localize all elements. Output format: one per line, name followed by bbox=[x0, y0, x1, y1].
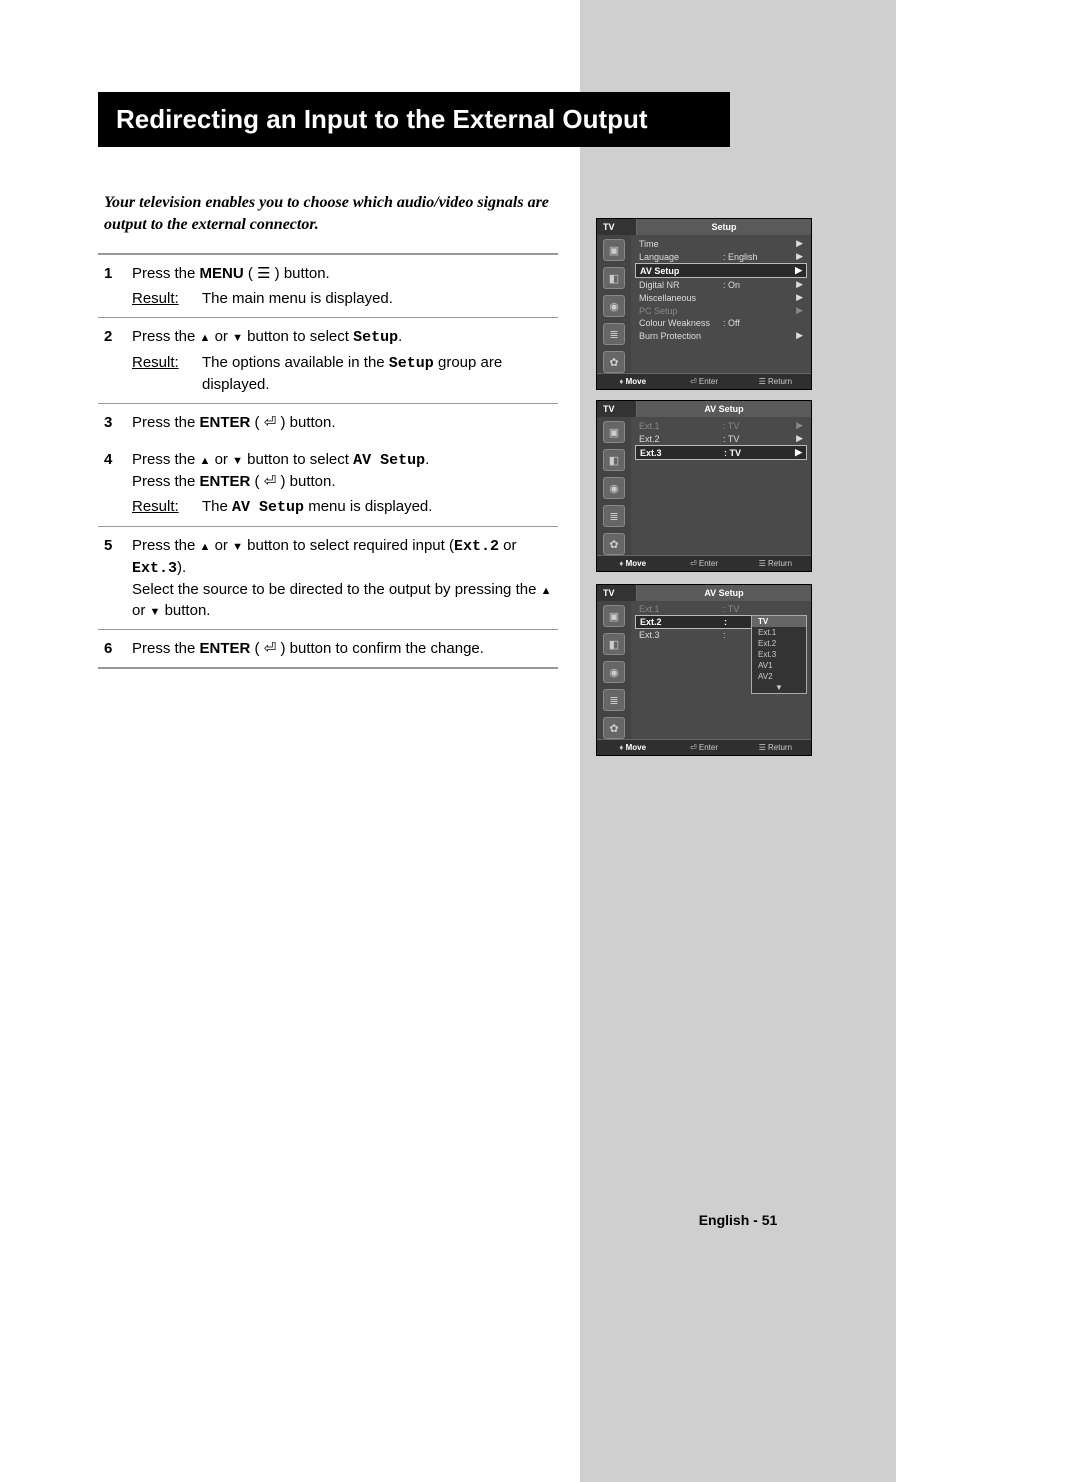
step-row: 2 Press the ▲ or ▼ button to select Setu… bbox=[98, 318, 558, 404]
osd-row: Ext.1: TV▶ bbox=[635, 419, 807, 432]
step-text: Press the MENU ( ☰ ) button. Result: The… bbox=[126, 254, 558, 318]
step-row: 3 Press the ENTER ( ⏎ ) button. bbox=[98, 404, 558, 442]
osd-row: PC Setup▶ bbox=[635, 304, 807, 317]
osd-avsetup: TV AV Setup ▣ ◧ ◉ ≣ ✿ Ext.1: TV▶Ext.2: T… bbox=[596, 400, 812, 572]
osd-setup: TV Setup ▣ ◧ ◉ ≣ ✿ Time▶Language: Englis… bbox=[596, 218, 812, 390]
osd-row: Colour Weakness: Off bbox=[635, 317, 807, 329]
step-row: 1 Press the MENU ( ☰ ) button. Result: T… bbox=[98, 254, 558, 318]
page-title: Redirecting an Input to the External Out… bbox=[100, 94, 728, 145]
osd-row: Ext.3: TV▶ bbox=[635, 445, 807, 460]
osd-row: Ext.1: TV bbox=[635, 603, 807, 615]
dropdown-more-icon: ▼ bbox=[752, 682, 806, 693]
dropdown-item: TV bbox=[752, 616, 806, 627]
osd-side-icons: ▣ ◧ ◉ ≣ ✿ bbox=[597, 235, 631, 373]
dropdown-item: Ext.2 bbox=[752, 638, 806, 649]
osd-row: Miscellaneous▶ bbox=[635, 291, 807, 304]
osd-row: Ext.2: TV▶ bbox=[635, 432, 807, 445]
page-footer: English - 51 bbox=[580, 1212, 896, 1228]
step-row: 6 Press the ENTER ( ⏎ ) button to confir… bbox=[98, 630, 558, 669]
title-frame: Redirecting an Input to the External Out… bbox=[98, 92, 730, 147]
menu-icon: ☰ bbox=[257, 265, 270, 282]
osd-row: Language: English▶ bbox=[635, 250, 807, 263]
dropdown-item: Ext.1 bbox=[752, 627, 806, 638]
icon-input: ▣ bbox=[603, 239, 625, 261]
icon-picture: ◧ bbox=[603, 267, 625, 289]
intro-text: Your television enables you to choose wh… bbox=[104, 192, 558, 235]
down-icon: ▼ bbox=[232, 332, 243, 344]
step-row: 5 Press the ▲ or ▼ button to select requ… bbox=[98, 527, 558, 630]
osd-avsetup-dropdown: TV AV Setup ▣ ◧ ◉ ≣ ✿ TVExt.1Ext.2Ext.3A… bbox=[596, 584, 812, 756]
source-dropdown: TVExt.1Ext.2Ext.3AV1AV2▼ bbox=[751, 615, 807, 694]
osd-row: Digital NR: On▶ bbox=[635, 278, 807, 291]
osd-row: AV Setup▶ bbox=[635, 263, 807, 278]
dropdown-item: AV1 bbox=[752, 660, 806, 671]
up-icon: ▲ bbox=[200, 332, 211, 344]
dropdown-item: AV2 bbox=[752, 671, 806, 682]
enter-icon: ⏎ bbox=[264, 414, 277, 431]
step-row: 4 Press the ▲ or ▼ button to select AV S… bbox=[98, 441, 558, 527]
steps-table: 1 Press the MENU ( ☰ ) button. Result: T… bbox=[98, 253, 558, 669]
instruction-body: Your television enables you to choose wh… bbox=[98, 180, 558, 669]
icon-setup: ✿ bbox=[603, 351, 625, 373]
icon-sound: ◉ bbox=[603, 295, 625, 317]
dropdown-item: Ext.3 bbox=[752, 649, 806, 660]
osd-row: Burn Protection▶ bbox=[635, 329, 807, 342]
icon-channel: ≣ bbox=[603, 323, 625, 345]
result-row: Result: The main menu is displayed. bbox=[132, 288, 552, 309]
step-number: 1 bbox=[98, 254, 126, 318]
osd-row: Time▶ bbox=[635, 237, 807, 250]
